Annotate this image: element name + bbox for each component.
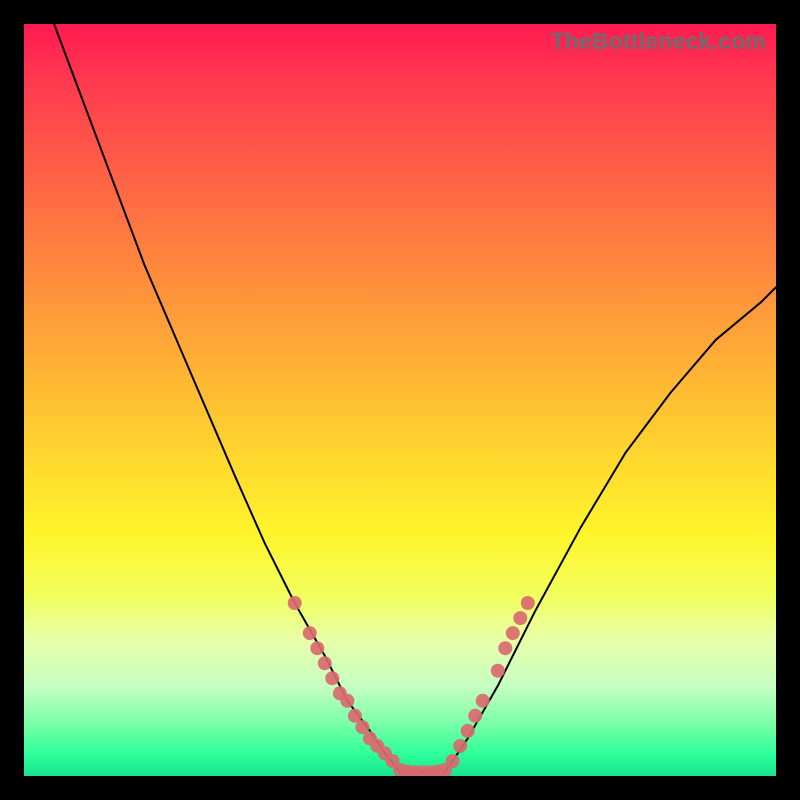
curve-left-curve xyxy=(54,24,400,772)
chart-frame: TheBottleneck.com xyxy=(24,24,776,776)
data-point xyxy=(468,709,482,723)
data-point xyxy=(461,724,475,738)
data-point xyxy=(303,626,317,640)
data-point xyxy=(453,739,467,753)
data-point xyxy=(318,656,332,670)
data-point xyxy=(506,626,520,640)
data-point xyxy=(340,694,354,708)
watermark-label: TheBottleneck.com xyxy=(550,28,766,55)
data-point xyxy=(476,694,490,708)
data-point xyxy=(288,596,302,610)
data-point xyxy=(310,641,324,655)
data-point xyxy=(521,596,535,610)
data-point xyxy=(498,641,512,655)
bottleneck-chart xyxy=(24,24,776,776)
data-point xyxy=(491,664,505,678)
data-point xyxy=(325,671,339,685)
curve-right-curve xyxy=(445,287,776,772)
data-point xyxy=(513,611,527,625)
data-point xyxy=(446,754,460,768)
